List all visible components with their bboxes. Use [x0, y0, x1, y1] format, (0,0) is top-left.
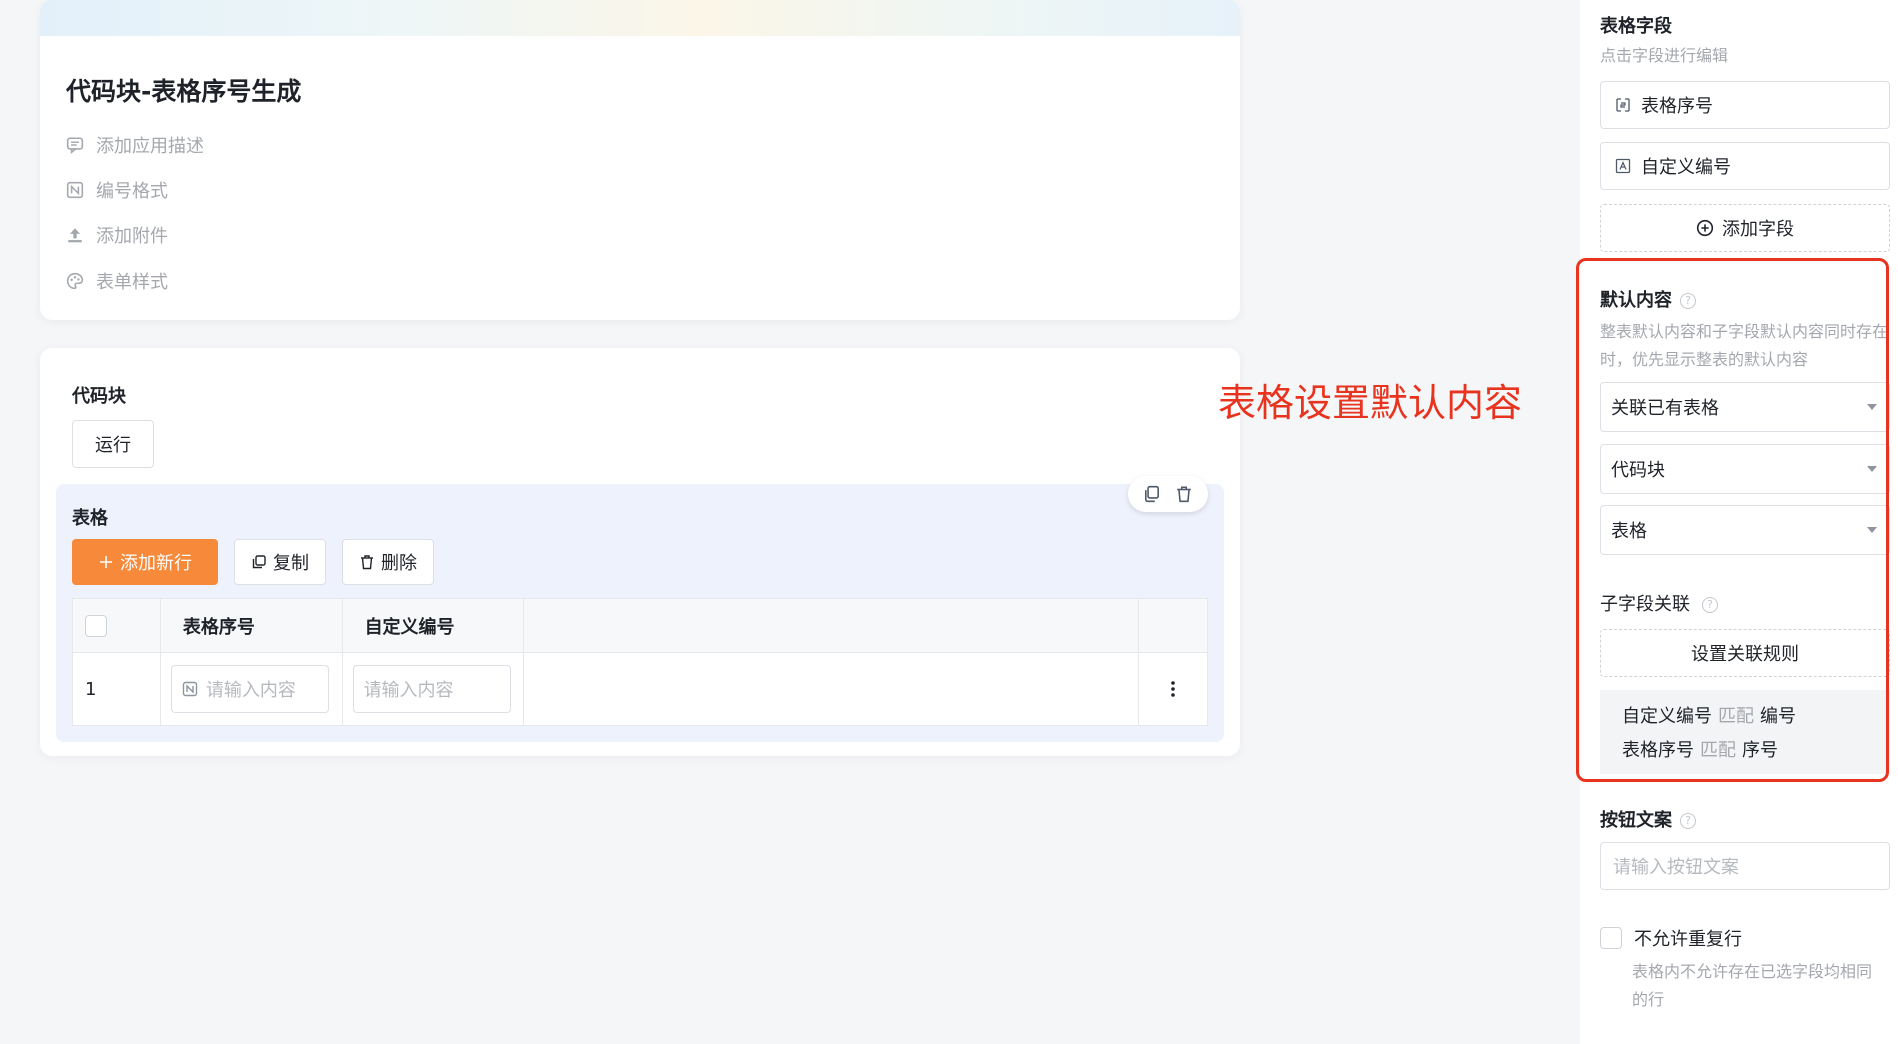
add-attachment-item[interactable]: 添加附件	[66, 222, 168, 248]
custom-number-input[interactable]: 请输入内容	[352, 665, 511, 713]
copy-row-label: 复制	[273, 553, 309, 574]
custom-number-cell: 请输入内容	[343, 653, 525, 725]
field-item-label: 自定义编号	[1641, 157, 1731, 178]
code-block-label: 代码块	[72, 386, 126, 407]
button-text-placeholder: 请输入按钮文案	[1613, 857, 1739, 878]
form-style-label: 表单样式	[96, 272, 168, 293]
empty-cell	[524, 653, 1140, 725]
delete-row-button[interactable]: 删除	[342, 539, 434, 585]
no-duplicate-hint: 表格内不允许存在已选字段均相同的行	[1632, 962, 1873, 1009]
number-format-item[interactable]: 编号格式	[66, 177, 168, 203]
number-format-icon	[66, 181, 84, 199]
add-field-button[interactable]: 添加字段	[1600, 204, 1890, 252]
table-header-row: 表格序号 自定义编号	[73, 599, 1207, 653]
upload-icon	[68, 228, 82, 243]
table-row: 1 请输入内容 请输入内容	[73, 653, 1207, 725]
add-description-label: 添加应用描述	[96, 136, 204, 157]
no-duplicate-checkbox[interactable]	[1600, 927, 1622, 949]
button-text-title: 按钮文案?	[1600, 806, 1696, 832]
copy-icon[interactable]	[1143, 485, 1161, 503]
add-description-item[interactable]: 添加应用描述	[66, 132, 204, 158]
button-text-input[interactable]: 请输入按钮文案	[1600, 842, 1890, 890]
comment-icon	[66, 137, 84, 154]
run-button[interactable]: 运行	[72, 420, 154, 468]
help-icon[interactable]: ?	[1680, 813, 1696, 829]
add-field-label: 添加字段	[1722, 219, 1794, 240]
row-actions-cell	[1139, 653, 1207, 725]
page-title[interactable]: 代码块-表格序号生成	[66, 72, 301, 108]
text-field-icon	[1615, 158, 1631, 174]
header-banner	[40, 0, 1240, 36]
button-text-label: 按钮文案	[1600, 810, 1672, 831]
column-header: 表格序号	[161, 599, 343, 652]
copy-icon	[252, 555, 266, 569]
custom-number-placeholder: 请输入内容	[363, 680, 454, 701]
no-duplicate-row-option[interactable]: 不允许重复行	[1600, 925, 1742, 951]
palette-icon	[66, 272, 84, 290]
empty-column-header	[524, 599, 1140, 652]
delete-row-label: 删除	[381, 553, 417, 574]
number-format-label: 编号格式	[96, 181, 168, 202]
table-field-container[interactable]: 表格 添加新行 复制 删除 表格序号 自定义编号 1 请输入内容 请输入内容	[56, 476, 1224, 742]
serial-input[interactable]: 请输入内容	[170, 665, 329, 713]
field-toolbar	[1128, 476, 1208, 512]
serial-cell: 请输入内容	[161, 653, 343, 725]
no-duplicate-label: 不允许重复行	[1634, 929, 1742, 950]
form-style-item[interactable]: 表单样式	[66, 268, 168, 294]
plus-circle-icon	[1696, 219, 1714, 237]
annotation-text: 表格设置默认内容	[1218, 381, 1523, 425]
select-all-cell	[73, 599, 161, 652]
row-index: 1	[73, 653, 161, 725]
data-table: 表格序号 自定义编号 1 请输入内容 请输入内容	[72, 598, 1208, 726]
more-vertical-icon[interactable]	[1170, 680, 1176, 698]
add-row-label: 添加新行	[120, 553, 192, 574]
table-fields-hint: 点击字段进行编辑	[1600, 46, 1729, 65]
column-header: 自定义编号	[343, 599, 525, 652]
code-block-card: 代码块 运行 表格 添加新行 复制 删除 表格序号 自定义编号 1 请输入内容 …	[40, 348, 1240, 756]
trash-icon	[361, 555, 373, 570]
table-title: 表格	[72, 508, 108, 529]
serial-number-icon	[1616, 98, 1630, 112]
field-item-label: 表格序号	[1641, 96, 1713, 117]
actions-column-header	[1139, 599, 1207, 652]
highlight-frame	[1576, 258, 1889, 782]
serial-placeholder: 请输入内容	[205, 680, 296, 701]
table-fields-title: 表格字段	[1600, 16, 1672, 37]
field-item-custom-number[interactable]: 自定义编号	[1600, 142, 1890, 190]
app-header-card: 代码块-表格序号生成 添加应用描述 编号格式 添加附件 表单样式	[40, 0, 1240, 320]
trash-icon[interactable]	[1175, 485, 1193, 503]
add-row-button[interactable]: 添加新行	[72, 539, 218, 585]
plus-icon	[100, 556, 112, 568]
field-item-serial[interactable]: 表格序号	[1600, 81, 1890, 129]
select-all-checkbox[interactable]	[85, 614, 107, 637]
number-format-icon	[182, 681, 198, 697]
copy-row-button[interactable]: 复制	[234, 539, 326, 585]
add-attachment-label: 添加附件	[96, 226, 168, 247]
